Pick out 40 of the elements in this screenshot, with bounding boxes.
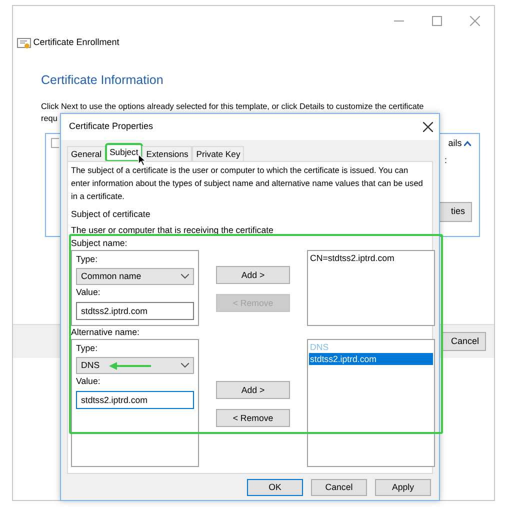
value-field[interactable]: stdtss2.iptrd.com xyxy=(76,390,194,409)
field-label: Value: xyxy=(76,376,100,388)
value-field[interactable]: stdtss2.iptrd.com xyxy=(76,302,194,320)
dialog-button[interactable]: Apply xyxy=(375,479,431,496)
tab[interactable]: Extensions xyxy=(142,146,192,161)
caret-up-icon[interactable] xyxy=(464,141,471,146)
page-heading: Certificate Information xyxy=(41,72,164,89)
details-link[interactable]: ails xyxy=(448,137,462,150)
type-dropdown[interactable]: Common name xyxy=(76,268,194,286)
remove-button[interactable]: < Remove xyxy=(216,409,290,428)
dialog-button[interactable]: OK xyxy=(247,479,303,496)
section-title: Subject of certificate xyxy=(71,208,152,221)
add-button[interactable]: Add > xyxy=(216,266,290,284)
arrow xyxy=(109,362,151,370)
add-button[interactable]: Add > xyxy=(216,381,290,400)
field-label: Type: xyxy=(76,254,98,266)
tab[interactable]: Subject xyxy=(106,144,142,161)
list-item[interactable]: stdtss2.iptrd.com xyxy=(309,353,433,366)
tab[interactable]: General xyxy=(67,146,106,161)
instruction-text: requ xyxy=(41,113,58,125)
instruction-text: Click Next to use the options already selected for this template, or click Details to customize the certificate xyxy=(41,101,424,113)
certificate-icon xyxy=(17,36,31,50)
close-icon[interactable] xyxy=(423,122,433,132)
group-label: Subject name: xyxy=(71,238,128,250)
tab[interactable]: Private Key xyxy=(192,146,244,161)
section-subtitle: The user or computer that is receiving the certificate xyxy=(71,224,274,237)
chevron-down-icon xyxy=(181,274,189,280)
description-text: The subject of a certificate is the user or computer to which the certificate is issued. You can enter information about the types of subject name and alternative name values that can be used in a certificate. xyxy=(71,164,424,203)
maximize-icon[interactable] xyxy=(432,16,442,26)
list-item[interactable]: CN=stdtss2.iptrd.com xyxy=(309,252,433,264)
chevron-down-icon xyxy=(181,363,189,368)
group-label: Alternative name: xyxy=(71,327,140,338)
dialog-button[interactable]: Cancel xyxy=(311,479,367,496)
dialog-title: Certificate Properties xyxy=(69,120,154,134)
field-label: Value: xyxy=(76,287,100,298)
field-label: Type: xyxy=(76,343,98,354)
type-dropdown[interactable]: DNS xyxy=(76,357,194,374)
field-label: : xyxy=(444,154,447,167)
window-title: Certificate Enrollment xyxy=(33,36,120,50)
cancel-button[interactable]: Cancel xyxy=(442,332,486,352)
